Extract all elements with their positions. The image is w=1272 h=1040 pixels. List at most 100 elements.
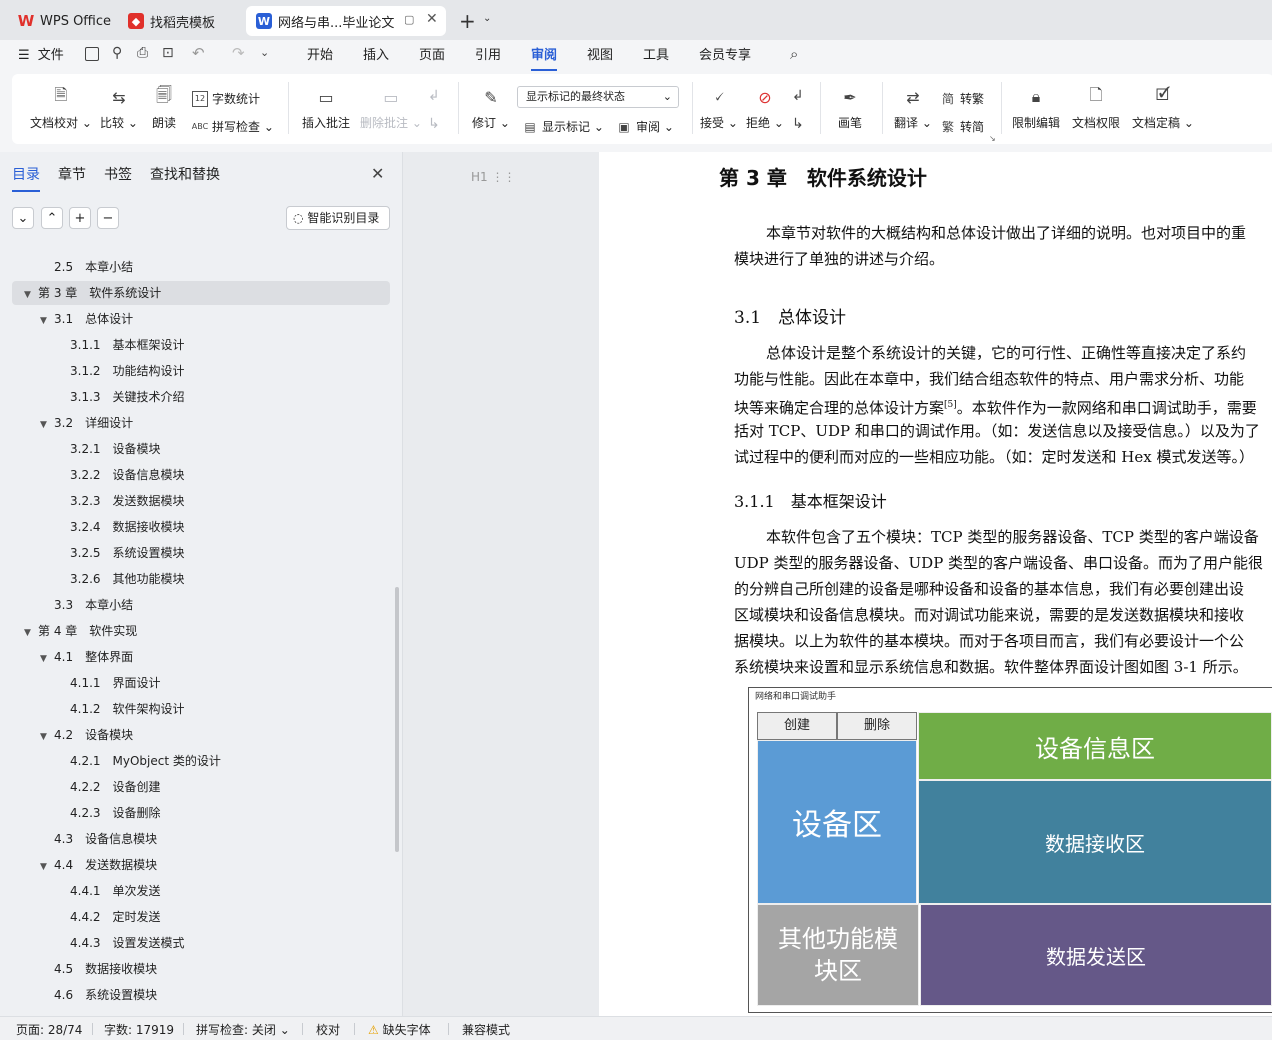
tab-document[interactable]: W 网络与串...毕业论文 ▢ ✕	[246, 6, 446, 36]
expand-arrow-icon[interactable]: ▼	[24, 283, 38, 307]
toc-item[interactable]: 4.1.2 软件架构设计	[56, 697, 185, 721]
doc-permission-button[interactable]: 🗋 文档权限	[1072, 85, 1120, 131]
add-heading-button[interactable]: +	[69, 207, 91, 229]
toc-item[interactable]: 4.4.3 设置发送模式	[56, 931, 185, 955]
close-pane-icon[interactable]: ✕	[371, 164, 384, 183]
restrict-edit-button[interactable]: 🔒︎ 限制编辑	[1012, 86, 1060, 131]
toc-item[interactable]: 3.2.5 系统设置模块	[56, 541, 185, 565]
toc-item[interactable]: 3.2.2 设备信息模块	[56, 463, 185, 487]
toc-item[interactable]: 3.2.3 发送数据模块	[56, 489, 185, 513]
page-indicator[interactable]: 页面: 28/74	[16, 1021, 82, 1038]
window-mode-icon[interactable]: ▢	[404, 13, 414, 26]
prev-comment-icon[interactable]: ↲	[428, 88, 440, 104]
doc-check-button[interactable]: 🗎 文档校对 ⌄	[30, 85, 92, 131]
doc-finalize-button[interactable]: 🗹 文档定稿 ⌄	[1132, 85, 1194, 131]
menu-tools[interactable]: 工具	[643, 46, 669, 66]
redo-icon[interactable]: ↷	[232, 44, 245, 62]
expand-arrow-icon[interactable]: ▼	[40, 413, 54, 437]
file-menu[interactable]: ☰ 文件	[18, 46, 64, 66]
smart-toc-button[interactable]: ◌ 智能识别目录	[286, 206, 390, 230]
expand-arrow-icon[interactable]: ▼	[40, 647, 54, 671]
read-aloud-button[interactable]: 🗐 朗读	[152, 85, 176, 131]
toc-item[interactable]: 4.2.3 设备删除	[56, 801, 161, 825]
collapse-down-button[interactable]: ⌄	[12, 207, 34, 229]
tab-toc[interactable]: 目录	[12, 164, 40, 192]
toc-scrollbar[interactable]	[395, 587, 399, 852]
menu-review[interactable]: 审阅	[531, 46, 558, 71]
spell-check-status[interactable]: 拼写检查: 关闭 ⌄	[196, 1021, 290, 1038]
prev-change-icon[interactable]: ↲	[792, 88, 804, 104]
toc-item[interactable]: 3.1.3 关键技术介绍	[56, 385, 185, 409]
toc-item[interactable]: ▼ 第 4 章 软件实现	[24, 619, 137, 643]
menu-page[interactable]: 页面	[419, 46, 445, 66]
menu-insert[interactable]: 插入	[363, 46, 389, 66]
toc-item[interactable]: ▼ 4.1 整体界面	[40, 645, 133, 669]
close-tab-icon[interactable]: ✕	[426, 11, 438, 27]
chevron-down-icon[interactable]: ⌄	[483, 13, 491, 24]
menu-home[interactable]: 开始	[307, 46, 333, 66]
figure-ui-layout[interactable]: 网络和串口调试助手 创建 删除 设备区 设备信息区 数据接收区 其他功能模块区 …	[748, 687, 1272, 1013]
expand-arrow-icon[interactable]: ▼	[40, 725, 54, 749]
print-preview-icon[interactable]: ⊡	[162, 45, 174, 61]
proofread-status[interactable]: 校对	[316, 1021, 340, 1038]
undo-icon[interactable]: ↶	[192, 44, 205, 62]
toc-item[interactable]: 3.1.2 功能结构设计	[56, 359, 185, 383]
heading-marker-icon[interactable]: H1 ⋮⋮	[471, 170, 516, 184]
tab-chapters[interactable]: 章节	[58, 164, 86, 184]
to-traditional-button[interactable]: 简 转繁	[940, 90, 984, 107]
review-pane-button[interactable]: ▣ 审阅 ⌄	[616, 118, 674, 135]
toc-item[interactable]: ▼ 4.4 发送数据模块	[40, 853, 157, 877]
toc-item[interactable]: ▼ 3.1 总体设计	[40, 307, 133, 331]
quick-access-dropdown-icon[interactable]: ⌄	[260, 46, 269, 59]
menu-references[interactable]: 引用	[475, 46, 501, 66]
next-change-icon[interactable]: ↳	[792, 116, 804, 132]
toc-item[interactable]: 2.5 本章小结	[40, 255, 133, 279]
menu-view[interactable]: 视图	[587, 46, 613, 66]
save-icon[interactable]	[85, 47, 99, 61]
toc-item[interactable]: 4.6 系统设置模块	[40, 983, 157, 1007]
dialog-launcher-icon[interactable]: ↘	[989, 134, 996, 143]
citation-ref[interactable]: [5]	[944, 400, 957, 410]
toc-item[interactable]: 3.3 本章小结	[40, 593, 133, 617]
expand-arrow-icon[interactable]: ▼	[40, 309, 54, 333]
tab-bookmarks[interactable]: 书签	[104, 164, 132, 184]
remove-heading-button[interactable]: −	[97, 207, 119, 229]
toc-item[interactable]: 4.4.2 定时发送	[56, 905, 161, 929]
toc-item[interactable]: 4.3 设备信息模块	[40, 827, 157, 851]
print-icon[interactable]: ⎙	[137, 45, 148, 61]
toc-item[interactable]: ▼ 3.2 详细设计	[40, 411, 133, 435]
show-markup-button[interactable]: ▤ 显示标记 ⌄	[522, 118, 604, 135]
expand-arrow-icon[interactable]: ▼	[24, 621, 38, 645]
share-icon[interactable]: ⚲	[112, 45, 122, 61]
missing-font-status[interactable]: ⚠ 缺失字体	[368, 1021, 431, 1038]
next-comment-icon[interactable]: ↳	[428, 116, 440, 132]
toc-item[interactable]: 4.4.1 单次发送	[56, 879, 161, 903]
track-changes-button[interactable]: ✎ 修订 ⌄	[472, 86, 510, 131]
toc-item[interactable]: 4.5 数据接收模块	[40, 957, 157, 981]
toc-item[interactable]: 4.1.1 界面设计	[56, 671, 161, 695]
tab-find-replace[interactable]: 查找和替换	[150, 164, 220, 184]
translate-button[interactable]: ⇄ 翻译 ⌄	[894, 86, 932, 131]
compare-button[interactable]: ⇆ 比较 ⌄	[100, 86, 138, 131]
search-icon[interactable]: ⌕	[790, 45, 798, 63]
tab-docer-templates[interactable]: ◆ 找稻壳模板	[118, 6, 242, 36]
toc-item[interactable]: ▼ 第 3 章 软件系统设计	[12, 281, 390, 305]
toc-item[interactable]: 3.2.4 数据接收模块	[56, 515, 185, 539]
accept-button[interactable]: 🗸 接受 ⌄	[700, 86, 738, 131]
pen-button[interactable]: ✒ 画笔	[838, 86, 862, 131]
new-tab-plus-icon[interactable]: +	[459, 9, 476, 33]
markup-state-dropdown[interactable]: 显示标记的最终状态 ⌄	[517, 86, 679, 108]
toc-item[interactable]: ▼ 4.2 设备模块	[40, 723, 133, 747]
collapse-up-button[interactable]: ⌃	[41, 207, 63, 229]
toc-item[interactable]: 4.2.2 设备创建	[56, 775, 161, 799]
insert-comment-button[interactable]: ▭ 插入批注	[302, 86, 350, 131]
toc-item[interactable]: 4.2.1 MyObject 类的设计	[56, 749, 221, 773]
delete-comment-button[interactable]: ▭ 删除批注 ⌄	[360, 86, 422, 131]
toc-item[interactable]: 3.2.6 其他功能模块	[56, 567, 185, 591]
to-simplified-button[interactable]: 繁 转简	[940, 118, 984, 135]
toc-item[interactable]: 3.2.1 设备模块	[56, 437, 161, 461]
tab-wps-office[interactable]: W WPS Office	[8, 6, 114, 36]
word-count-button[interactable]: 12 字数统计	[192, 90, 260, 107]
spell-check-button[interactable]: ABC 拼写检查 ⌄	[192, 118, 274, 135]
reject-button[interactable]: ⊘ 拒绝 ⌄	[746, 86, 784, 131]
